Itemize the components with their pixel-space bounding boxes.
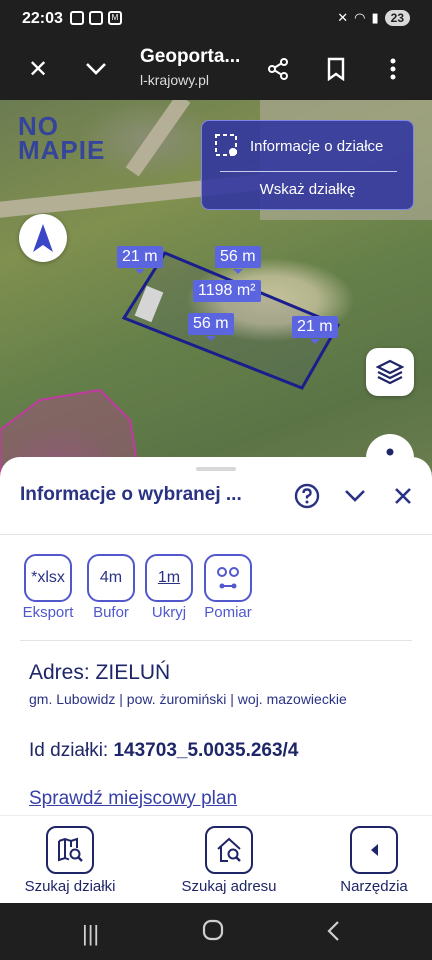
page-title: Geoporta... [140,46,241,67]
chevron-down-icon[interactable] [79,52,113,86]
system-navigation: ||| [0,903,432,960]
more-menu-icon[interactable] [376,52,410,86]
search-address-button[interactable]: Szukaj adresu [174,826,284,895]
export-button[interactable]: *xlsx Eksport [17,554,79,621]
dimension-label: 56 m [215,246,261,274]
home-icon[interactable] [202,919,224,947]
compass-button[interactable] [19,214,67,262]
battery-level: 23 [384,10,410,26]
tools-label: Narzędzia [340,878,408,895]
parcel-select-icon [215,134,237,156]
measure-icon [204,554,252,602]
dimension-label: 21 m [292,316,338,344]
hide-icon: 1m [145,554,193,602]
bookmark-icon[interactable] [319,52,353,86]
recent-apps-icon[interactable]: ||| [82,921,99,947]
parcel-info-button[interactable]: Informacje o działce [214,133,383,159]
home-search-icon [205,826,253,874]
buffer-icon: 4m [87,554,135,602]
dimension-label: 21 m [117,246,163,274]
parcel-id: Id działki: 143703_5.0035.263/4 [29,740,299,761]
map-search-icon [46,826,94,874]
parcel-address: Adres: ZIELUŃ [29,661,171,684]
buffer-label: Bufor [93,604,129,621]
buffer-button[interactable]: 4m Bufor [80,554,142,621]
notification-icons: M [70,11,122,25]
close-sheet-icon[interactable] [388,481,418,511]
sheet-title: Informacje o wybranej ... [20,484,242,505]
wifi-icon: ◠ [354,10,366,25]
chevron-left-icon [350,826,398,874]
hide-button[interactable]: 1m Ukryj [138,554,200,621]
status-time: 22:03 [22,10,63,27]
hide-label: Ukryj [151,604,187,621]
share-icon[interactable] [261,52,295,86]
signal-icon: ▮ [371,10,379,25]
dimension-label: 56 m [188,313,234,341]
map-view[interactable]: NO MAPIE Informacje o działce Wskaż dzia… [0,100,432,480]
mute-icon: ✕ [337,10,349,25]
page-url: l-krajowy.pl [140,72,209,88]
parcel-admin-units: gm. Lubowidz | pow. żuromiński | woj. ma… [29,691,347,707]
search-parcel-button[interactable]: Szukaj działki [18,826,122,895]
area-label: 1198 m² [193,280,261,302]
mail-icon: M [108,11,122,25]
browser-toolbar: ✕ Geoporta... l-krajowy.pl [0,38,432,100]
parcel-info-card: Informacje o działce Wskaż działkę [201,120,414,210]
layers-button[interactable] [366,348,414,396]
measure-label: Pomiar [204,604,252,621]
export-label: Eksport [22,604,74,621]
search-address-label: Szukaj adresu [181,878,277,895]
system-icons: ✕ ◠ ▮ 23 [337,10,410,26]
notification-icon [89,11,103,25]
local-plan-link[interactable]: Sprawdź miejscowy plan [29,788,237,810]
sheet-drag-handle[interactable] [196,467,236,471]
notification-icon [70,11,84,25]
layers-icon [376,359,404,385]
search-parcel-label: Szukaj działki [24,878,116,895]
tools-button[interactable]: Narzędzia [334,826,414,895]
help-icon[interactable] [292,481,322,511]
export-icon: *xlsx [24,554,72,602]
bottom-navigation: Szukaj działki Szukaj adresu Narzędzia [0,815,432,903]
back-icon[interactable] [326,920,340,948]
status-bar: 22:03 M ✕ ◠ ▮ 23 [0,0,432,38]
collapse-icon[interactable] [340,481,370,511]
close-icon[interactable]: ✕ [21,52,55,86]
parcel-info-label: Informacje o działce [250,137,384,155]
point-parcel-button[interactable]: Wskaż działkę [202,181,413,198]
compass-arrow-icon [33,224,53,252]
measure-button[interactable]: Pomiar [197,554,259,621]
